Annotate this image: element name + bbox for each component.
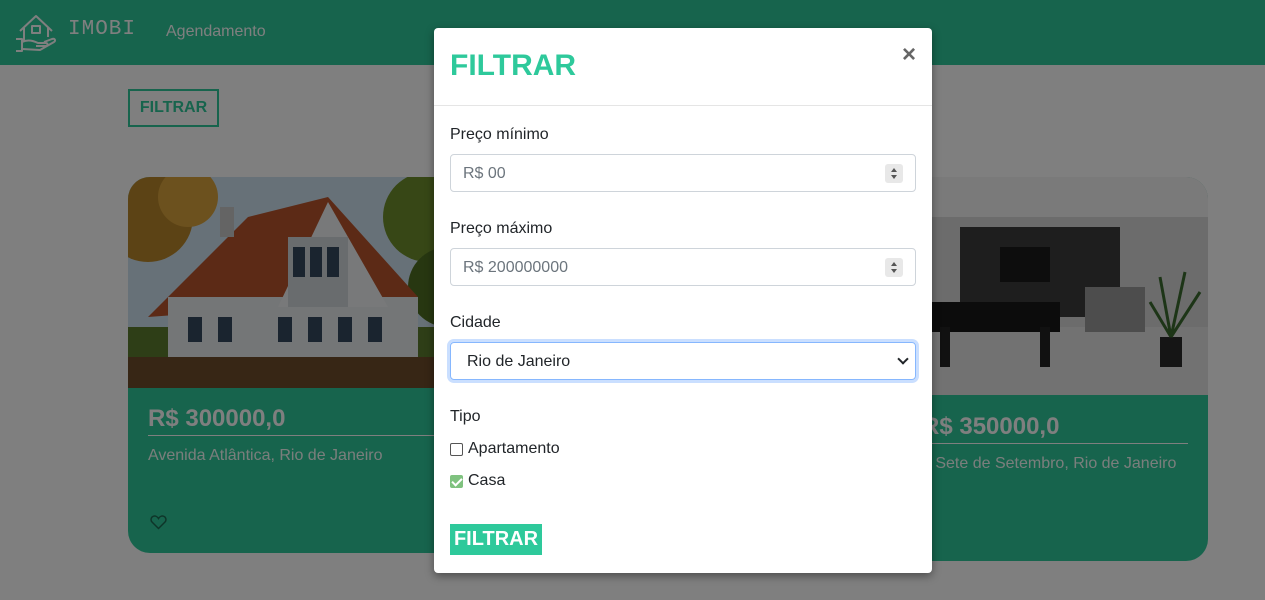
chevron-down-icon — [897, 353, 909, 365]
min-price-placeholder: R$ 00 — [463, 165, 506, 182]
city-select-value: Rio de Janeiro — [467, 353, 571, 370]
city-label: Cidade — [450, 314, 501, 331]
checkbox-icon[interactable] — [450, 442, 463, 456]
checkbox-icon[interactable] — [450, 474, 463, 488]
type-label: Tipo — [450, 408, 481, 425]
max-price-placeholder: R$ 200000000 — [463, 259, 568, 276]
spinner-icon[interactable] — [885, 258, 903, 277]
close-icon[interactable]: × — [902, 43, 916, 67]
filter-modal: FILTRAR × Preço mínimo R$ 00 Preço máxim… — [434, 28, 932, 573]
city-select[interactable]: Rio de Janeiro — [450, 342, 916, 380]
type-option-apartamento[interactable]: Apartamento — [450, 440, 560, 458]
spinner-icon[interactable] — [885, 164, 903, 183]
type-option-label: Apartamento — [468, 440, 560, 457]
max-price-label: Preço máximo — [450, 220, 553, 237]
modal-header: FILTRAR × — [434, 28, 932, 106]
type-option-casa[interactable]: Casa — [450, 472, 505, 490]
min-price-input[interactable]: R$ 00 — [450, 154, 916, 192]
max-price-input[interactable]: R$ 200000000 — [450, 248, 916, 286]
type-option-label: Casa — [468, 472, 506, 489]
min-price-label: Preço mínimo — [450, 126, 549, 143]
apply-filter-button[interactable]: FILTRAR — [450, 524, 542, 555]
modal-title: FILTRAR — [450, 49, 577, 82]
